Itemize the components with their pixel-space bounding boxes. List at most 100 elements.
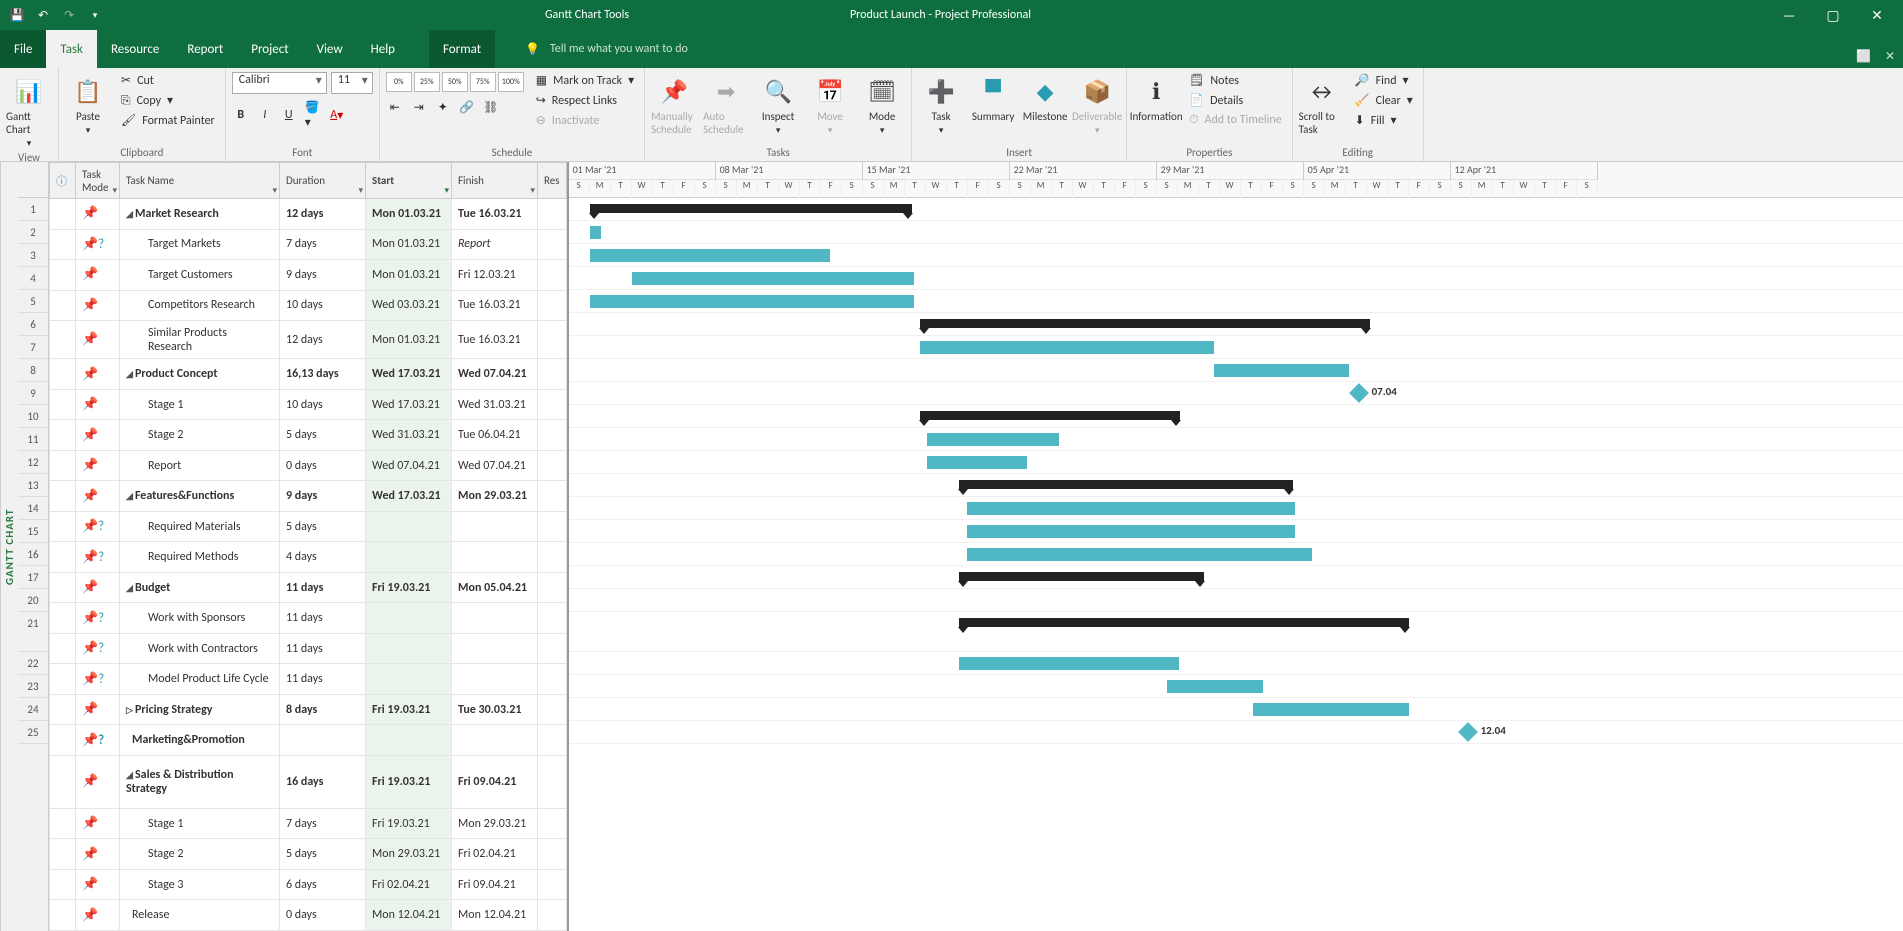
gantt-row[interactable]: 07.04 bbox=[569, 382, 1903, 405]
move-button[interactable]: 📅Move▾ bbox=[807, 72, 853, 136]
start-cell[interactable]: Fri 19.03.21 bbox=[366, 808, 452, 839]
gantt-row[interactable] bbox=[569, 675, 1903, 698]
insert-task-button[interactable]: ➕Task▾ bbox=[918, 72, 964, 136]
gantt-row[interactable] bbox=[569, 520, 1903, 543]
task-name-cell[interactable]: Budget bbox=[120, 572, 280, 603]
pct-50-button[interactable]: 50% bbox=[442, 72, 468, 92]
task-name-cell[interactable]: Stage 2 bbox=[120, 839, 280, 870]
start-cell[interactable]: Mon 01.03.21 bbox=[366, 260, 452, 291]
duration-cell[interactable]: 11 days bbox=[280, 603, 366, 634]
task-mode-cell[interactable]: 📌 bbox=[76, 869, 120, 900]
gantt-row[interactable] bbox=[569, 198, 1903, 221]
gantt-task-bar[interactable] bbox=[632, 272, 914, 285]
row-number[interactable]: 8 bbox=[18, 359, 48, 382]
auto-schedule-button[interactable]: ➡Auto Schedule bbox=[703, 72, 749, 136]
gantt-row[interactable] bbox=[569, 290, 1903, 313]
gantt-task-bar[interactable] bbox=[967, 548, 1312, 561]
duration-cell[interactable]: 16,13 days bbox=[280, 359, 366, 390]
task-name-cell[interactable]: Stage 2 bbox=[120, 420, 280, 451]
start-cell[interactable]: Mon 12.04.21 bbox=[366, 900, 452, 931]
finish-cell[interactable]: Report bbox=[452, 229, 538, 260]
gantt-summary-bar[interactable] bbox=[959, 480, 1293, 489]
maximize-button[interactable]: ▢ bbox=[1813, 1, 1853, 29]
finish-cell[interactable]: Mon 29.03.21 bbox=[452, 481, 538, 512]
gantt-row[interactable] bbox=[569, 566, 1903, 589]
task-name-cell[interactable]: Marketing&Promotion bbox=[120, 725, 280, 756]
task-mode-cell[interactable]: 📌 bbox=[76, 389, 120, 420]
gantt-row[interactable] bbox=[569, 612, 1903, 652]
duration-cell[interactable]: 8 days bbox=[280, 694, 366, 725]
information-button[interactable]: ℹInformation bbox=[1133, 72, 1179, 123]
table-row[interactable]: 📌Similar Products Research12 daysMon 01.… bbox=[50, 321, 567, 359]
start-cell[interactable]: Fri 19.03.21 bbox=[366, 572, 452, 603]
gantt-row[interactable] bbox=[569, 359, 1903, 382]
finish-cell[interactable] bbox=[452, 725, 538, 756]
task-mode-cell[interactable]: 📌 bbox=[76, 199, 120, 230]
row-number[interactable]: 5 bbox=[18, 290, 48, 313]
pct-100-button[interactable]: 100% bbox=[498, 72, 524, 92]
gantt-row[interactable]: 12.04 bbox=[569, 721, 1903, 744]
cut-button[interactable]: ✂Cut bbox=[117, 72, 219, 89]
duration-cell[interactable]: 11 days bbox=[280, 664, 366, 695]
deliverable-button[interactable]: 📦Deliverable▾ bbox=[1074, 72, 1120, 136]
gantt-milestone[interactable] bbox=[1349, 383, 1369, 403]
duration-cell[interactable]: 5 days bbox=[280, 511, 366, 542]
duration-cell[interactable]: 11 days bbox=[280, 572, 366, 603]
table-row[interactable]: 📌?Target Markets7 daysMon 01.03.21Report bbox=[50, 229, 567, 260]
task-name-cell[interactable]: Stage 1 bbox=[120, 389, 280, 420]
tab-report[interactable]: Report bbox=[173, 30, 237, 68]
ribbon-restore-icon[interactable]: ⬜ bbox=[1856, 49, 1871, 64]
row-number[interactable]: 22 bbox=[18, 652, 48, 675]
gantt-row[interactable] bbox=[569, 652, 1903, 675]
tab-project[interactable]: Project bbox=[237, 30, 302, 68]
row-number[interactable]: 3 bbox=[18, 244, 48, 267]
row-number[interactable]: 17 bbox=[18, 566, 48, 589]
redo-icon[interactable]: ↷ bbox=[60, 6, 78, 24]
task-name-cell[interactable]: Target Markets bbox=[120, 229, 280, 260]
minimize-button[interactable]: — bbox=[1769, 1, 1809, 29]
paste-button[interactable]: 📋 Paste ▾ bbox=[65, 72, 111, 136]
task-mode-cell[interactable]: 📌 bbox=[76, 900, 120, 931]
table-row[interactable]: 📌Sales & Distribution Strategy16 daysFri… bbox=[50, 755, 567, 808]
gantt-summary-bar[interactable] bbox=[590, 204, 912, 213]
qat-dropdown-icon[interactable]: ▾ bbox=[86, 6, 104, 24]
gantt-row[interactable] bbox=[569, 336, 1903, 359]
row-number[interactable]: 20 bbox=[18, 589, 48, 612]
task-name-cell[interactable]: Model Product Life Cycle bbox=[120, 664, 280, 695]
task-mode-cell[interactable]: 📌? bbox=[76, 603, 120, 634]
col-finish[interactable]: Finish▾ bbox=[452, 163, 538, 199]
table-row[interactable]: 📌?Required Materials5 days bbox=[50, 511, 567, 542]
gantt-row[interactable] bbox=[569, 221, 1903, 244]
start-cell[interactable]: Wed 17.03.21 bbox=[366, 359, 452, 390]
gantt-row[interactable] bbox=[569, 451, 1903, 474]
row-number[interactable]: 23 bbox=[18, 675, 48, 698]
tab-format[interactable]: Format bbox=[429, 30, 495, 68]
gantt-summary-bar[interactable] bbox=[920, 411, 1180, 420]
duration-cell[interactable]: 5 days bbox=[280, 420, 366, 451]
start-cell[interactable]: Mon 01.03.21 bbox=[366, 229, 452, 260]
task-mode-cell[interactable]: 📌 bbox=[76, 359, 120, 390]
duration-cell[interactable]: 0 days bbox=[280, 900, 366, 931]
duration-cell[interactable]: 10 days bbox=[280, 290, 366, 321]
gantt-task-bar[interactable] bbox=[1253, 703, 1409, 716]
task-mode-cell[interactable]: 📌 bbox=[76, 290, 120, 321]
indent-button[interactable]: ⇥ bbox=[410, 98, 428, 116]
gantt-summary-bar[interactable] bbox=[920, 319, 1370, 328]
pct-75-button[interactable]: 75% bbox=[470, 72, 496, 92]
task-name-cell[interactable]: Competitors Research bbox=[120, 290, 280, 321]
duration-cell[interactable]: 9 days bbox=[280, 260, 366, 291]
finish-cell[interactable]: Fri 09.04.21 bbox=[452, 869, 538, 900]
format-painter-button[interactable]: 🖌Format Painter bbox=[117, 112, 219, 129]
start-cell[interactable] bbox=[366, 633, 452, 664]
inactivate-button[interactable]: ⊖Inactivate bbox=[532, 112, 638, 129]
finish-cell[interactable] bbox=[452, 511, 538, 542]
manually-schedule-button[interactable]: 📌Manually Schedule bbox=[651, 72, 697, 136]
table-row[interactable]: 📌Stage 110 daysWed 17.03.21Wed 31.03.21 bbox=[50, 389, 567, 420]
gantt-task-bar[interactable] bbox=[927, 456, 1027, 469]
task-grid[interactable]: ⓘ Task Mode▾ Task Name▾ Duration▾ Start▾… bbox=[49, 162, 567, 931]
duration-cell[interactable]: 7 days bbox=[280, 229, 366, 260]
link-button[interactable]: 🔗 bbox=[458, 98, 476, 116]
row-number[interactable]: 14 bbox=[18, 497, 48, 520]
finish-cell[interactable] bbox=[452, 542, 538, 573]
row-number[interactable]: 13 bbox=[18, 474, 48, 497]
